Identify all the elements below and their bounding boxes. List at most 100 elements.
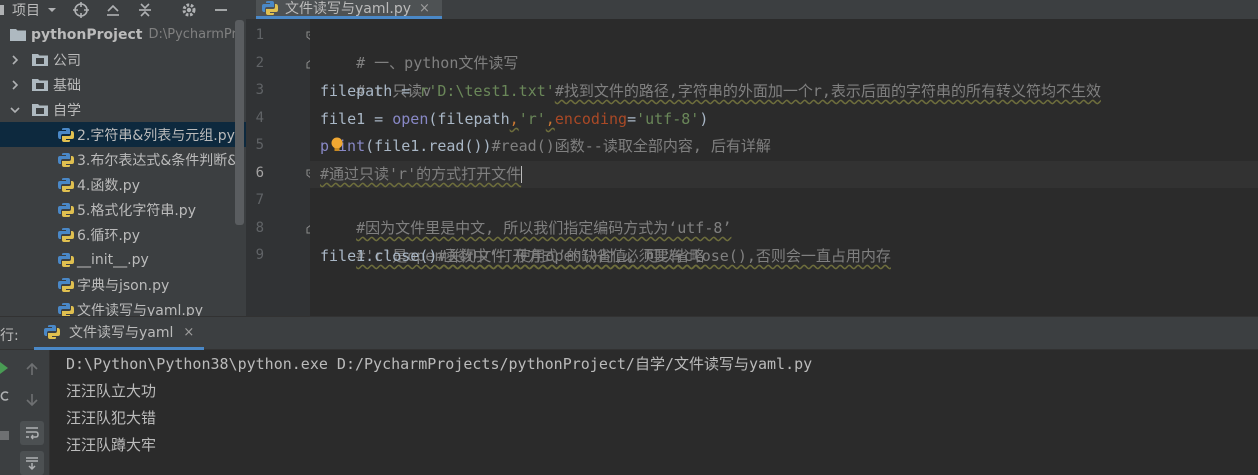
- tree-item-folder-selfstudy[interactable]: 自学: [0, 97, 246, 122]
- chevron-down-icon[interactable]: [8, 103, 22, 117]
- code-comma: ,: [509, 110, 519, 128]
- code-line-7: #因为文件里是中文, 所以我们指定编码方式为‘utf-8’: [320, 188, 731, 237]
- stop-icon[interactable]: [0, 430, 10, 442]
- code-param: encoding: [554, 110, 628, 128]
- run-tab-active[interactable]: 文件读写与yaml ×: [34, 317, 204, 350]
- python-file-icon: [58, 252, 74, 267]
- code-line-1: # 一、python文件读写: [320, 23, 518, 72]
- expand-collapse-icon[interactable]: [136, 1, 154, 19]
- project-panel-header: 项目: [0, 0, 246, 19]
- tree-item-file-4[interactable]: 4.函数.py: [0, 172, 246, 197]
- tree-item-label: 4.函数.py: [77, 177, 140, 194]
- gear-icon[interactable]: [180, 1, 198, 19]
- run-tool-window-header: 行: 文件读写与yaml ×: [0, 317, 1258, 350]
- python-file-icon: [58, 127, 74, 142]
- scroll-to-end-button[interactable]: [20, 451, 44, 475]
- code-string: 'r': [518, 110, 546, 128]
- project-root-label: pythonProject: [31, 26, 143, 43]
- project-panel-title[interactable]: 项目: [12, 0, 40, 20]
- code-builtin: open: [392, 110, 429, 128]
- run-toolbar: [14, 350, 50, 475]
- tree-item-file-dict-json[interactable]: 字典与json.py: [0, 272, 246, 297]
- code-identifier: (filepath: [428, 110, 510, 128]
- minimize-icon[interactable]: [212, 1, 230, 19]
- code-string: r'D:\test1.txt': [419, 82, 555, 100]
- tree-item-label: 5.格式化字符串.py: [77, 202, 196, 219]
- project-scrollbar[interactable]: [235, 20, 244, 225]
- scroll-up-button[interactable]: [20, 357, 44, 381]
- tree-item-file-6[interactable]: 6.循环.py: [0, 222, 246, 247]
- code-identifier: file1 =: [320, 110, 393, 128]
- tree-item-file-2[interactable]: 2.字符串&列表与元组.py: [0, 122, 246, 147]
- refresh-icon[interactable]: [0, 390, 10, 402]
- tree-item-file-yaml[interactable]: 文件读写与yaml.py: [0, 297, 246, 316]
- folder-icon: [10, 29, 26, 41]
- tree-item-label: 公司: [53, 52, 81, 69]
- tree-item-label: 2.字符串&列表与元组.py: [77, 127, 235, 144]
- tree-item-label: 基础: [53, 77, 81, 94]
- tree-item-file-3[interactable]: 3.布尔表达式&条件判断&: [0, 147, 246, 172]
- code-comment: #找到文件的路径,字符串的外面加一个r,表示后面的字符串的所有转义符均不生效: [554, 82, 1101, 100]
- folder-icon: [32, 104, 48, 116]
- close-icon[interactable]: ×: [419, 1, 430, 16]
- code-line-9: file1.close()#关闭文件 使用open()时,必须要有close()…: [320, 243, 891, 270]
- python-file-icon: [58, 227, 74, 242]
- code-line-8: #'r'是open函数中‘打开方式’的缺省值, 可以省略: [320, 216, 704, 265]
- tree-item-file-init[interactable]: __init__.py: [0, 247, 246, 272]
- console-output-line: 汪汪队犯大错: [66, 409, 157, 427]
- soft-wrap-button[interactable]: [20, 421, 44, 445]
- console-output-line: 汪汪队立大功: [66, 382, 157, 400]
- code-identifier: filepath =: [320, 82, 420, 100]
- line-number: 4: [255, 110, 264, 126]
- tree-item-folder-basics[interactable]: 基础: [0, 72, 246, 97]
- run-tab-label: 文件读写与yaml: [69, 325, 174, 341]
- project-tool-window: 项目 pythonProject D:\PycharmPr 公司 基础 自学 2…: [0, 0, 246, 316]
- line-number: 9: [255, 247, 264, 263]
- code-identifier: file1.close(): [320, 247, 438, 265]
- code-identifier: (file1.read()): [365, 137, 492, 155]
- close-icon[interactable]: ×: [183, 325, 194, 340]
- tree-item-label: 自学: [53, 102, 81, 119]
- code-line-6-current: #通过只读'r'的方式打开文件: [310, 161, 1258, 188]
- dropdown-arrow-icon[interactable]: [46, 1, 58, 19]
- collapse-up-icon[interactable]: [104, 1, 122, 19]
- code-comment: #关闭文件 使用open()时,必须要有close(),否则会一直占用内存: [437, 247, 891, 265]
- code-string: 'utf-8': [636, 110, 700, 128]
- text-caret: [521, 166, 523, 183]
- code-comment: #read()函数--读取全部内容, 后有详解: [491, 137, 771, 155]
- tree-item-folder-company[interactable]: 公司: [0, 47, 246, 72]
- line-number: 1: [255, 27, 264, 43]
- chevron-right-icon[interactable]: [8, 78, 22, 92]
- code-editor[interactable]: # 一、python文件读写 # r 只读v filepath = r'D:\t…: [310, 19, 1258, 316]
- code-operator: =: [627, 110, 637, 128]
- code-line-4: file1 = open(filepath,'r',encoding='utf-…: [320, 106, 708, 133]
- line-number-gutter: 1 2 3 4 5 6 7 8 9: [246, 19, 316, 316]
- run-console-output[interactable]: D:\Python\Python38\python.exe D:/Pycharm…: [50, 350, 1258, 475]
- code-comment: #通过只读'r'的方式打开文件: [320, 165, 522, 183]
- locate-target-icon[interactable]: [72, 1, 90, 19]
- tree-item-pythonproject[interactable]: pythonProject D:\PycharmPr: [0, 22, 246, 47]
- chevron-right-icon[interactable]: [8, 53, 22, 67]
- python-file-icon: [58, 302, 74, 316]
- tree-item-label: 3.布尔表达式&条件判断&: [77, 152, 239, 169]
- tree-item-file-5[interactable]: 5.格式化字符串.py: [0, 197, 246, 222]
- editor-tab-bar: 文件读写与yaml.py ×: [246, 0, 1258, 19]
- python-file-icon: [262, 1, 278, 15]
- code-paren: ): [699, 110, 709, 128]
- rerun-icon[interactable]: [0, 362, 10, 374]
- code-comma: ,: [545, 110, 555, 128]
- line-number: 8: [255, 220, 264, 236]
- python-file-icon: [44, 325, 60, 339]
- tree-item-label: 字典与json.py: [77, 277, 170, 294]
- code-line-3: filepath = r'D:\test1.txt'#找到文件的路径,字符串的外…: [320, 78, 1101, 105]
- folder-icon: [32, 54, 48, 66]
- code-line-2: # r 只读v: [320, 51, 431, 100]
- lightbulb-icon[interactable]: [330, 137, 344, 153]
- run-side-toolbar: [0, 350, 14, 475]
- run-panel-title: 行:: [0, 328, 19, 344]
- editor-tab-label: 文件读写与yaml.py: [285, 1, 412, 17]
- scroll-down-button[interactable]: [20, 388, 44, 412]
- editor-tab-active[interactable]: 文件读写与yaml.py ×: [256, 0, 442, 19]
- python-file-icon: [58, 152, 74, 167]
- python-file-icon: [58, 202, 74, 217]
